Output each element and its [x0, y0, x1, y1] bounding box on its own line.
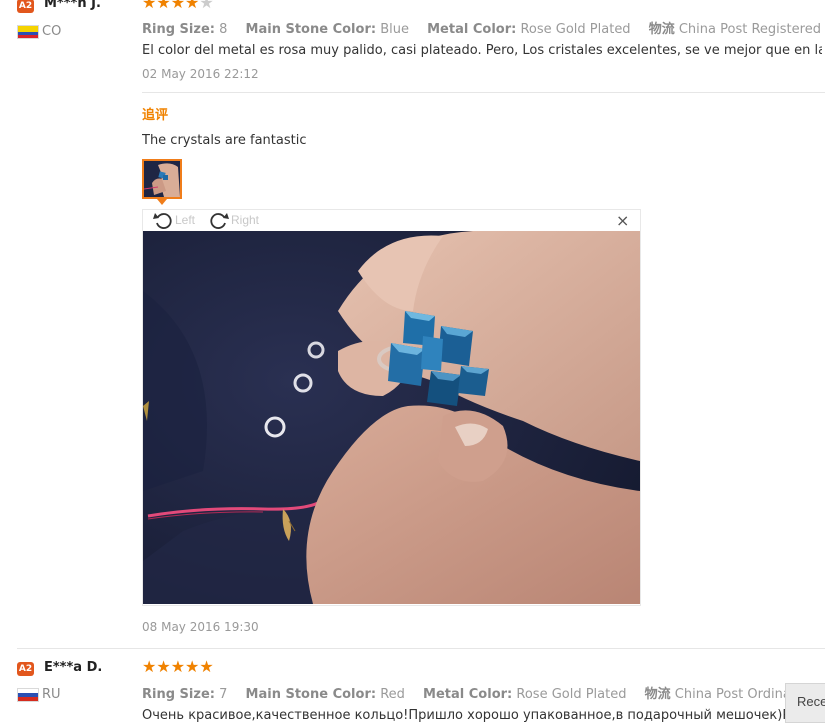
review-photo-thumbnail[interactable]	[142, 159, 182, 199]
attr-label: Metal Color:	[427, 22, 517, 37]
review-photo-large	[143, 231, 640, 604]
star-rating: ★★★★★	[142, 0, 214, 11]
review-attributes: Ring Size: 7 Main Stone Color: Red Metal…	[142, 683, 785, 702]
attr-value: China Post Ordinary Small Packet Plus	[674, 687, 785, 702]
review-divider	[17, 648, 825, 649]
rotate-right-label: Right	[231, 213, 260, 227]
buyer-country: RU	[42, 687, 61, 702]
additional-feedback-date: 08 May 2016 19:30	[142, 620, 259, 634]
rotate-left-button[interactable]: Left	[153, 211, 195, 229]
attr-label: Ring Size:	[142, 22, 215, 37]
buyer-level-badge: A2	[17, 0, 34, 13]
attr-label: Main Stone Color:	[245, 22, 377, 37]
star-filled-icon: ★	[156, 0, 171, 12]
attr-label: Main Stone Color:	[245, 687, 377, 702]
attr-value: Rose Gold Plated	[516, 687, 627, 702]
review-date: 02 May 2016 22:12	[142, 67, 259, 81]
star-rating: ★★★★★	[142, 659, 214, 675]
review-text: Очень красивое,качественное кольцо!Пришл…	[142, 708, 785, 723]
star-filled-icon: ★	[142, 0, 157, 12]
attr-label: Metal Color:	[423, 687, 513, 702]
buyer-country: CO	[42, 24, 62, 39]
additional-feedback-text: The crystals are fantastic	[142, 133, 307, 148]
star-filled-icon: ★	[170, 657, 186, 676]
russia-flag-icon	[17, 688, 39, 702]
star-filled-icon: ★	[142, 657, 157, 676]
attr-value: Red	[380, 687, 405, 702]
star-filled-icon: ★	[185, 0, 200, 12]
review-attributes: Ring Size: 8 Main Stone Color: Blue Meta…	[142, 18, 822, 37]
star-filled-icon: ★	[156, 657, 171, 676]
buyer-level-badge: A2	[17, 662, 34, 676]
review-photo-image	[143, 231, 640, 604]
rotate-left-label: Left	[175, 213, 196, 227]
star-filled-icon: ★	[170, 0, 186, 12]
additional-feedback-heading: 追评	[142, 108, 169, 123]
attr-label: Ring Size:	[142, 687, 215, 702]
recently-viewed-tab[interactable]: Recently Viewed	[785, 683, 825, 723]
attr-value: Blue	[380, 22, 409, 37]
photo-thumbnail-image	[144, 161, 180, 197]
attr-label: 物流	[648, 22, 675, 37]
rotate-right-button[interactable]: Right	[209, 211, 259, 229]
attr-value: China Post Registered Air Mail	[678, 22, 822, 37]
star-empty-icon: ★	[199, 0, 214, 12]
thumbnail-selected-caret	[157, 199, 167, 205]
buyer-name: M***n J.	[44, 0, 101, 11]
close-viewer-button[interactable]: ×	[616, 213, 629, 229]
attr-label: 物流	[644, 687, 671, 702]
star-filled-icon: ★	[185, 657, 200, 676]
attr-value: 8	[219, 22, 228, 37]
rotate-left-icon	[153, 213, 172, 229]
review-text: El color del metal es rosa muy palido, c…	[142, 43, 822, 58]
attr-value: 7	[219, 687, 228, 702]
colombia-flag-icon	[17, 25, 39, 39]
divider	[142, 92, 825, 93]
buyer-name: E***a D.	[44, 660, 103, 675]
rotate-right-icon	[210, 213, 229, 229]
attr-value: Rose Gold Plated	[520, 22, 631, 37]
star-filled-icon: ★	[199, 657, 214, 676]
